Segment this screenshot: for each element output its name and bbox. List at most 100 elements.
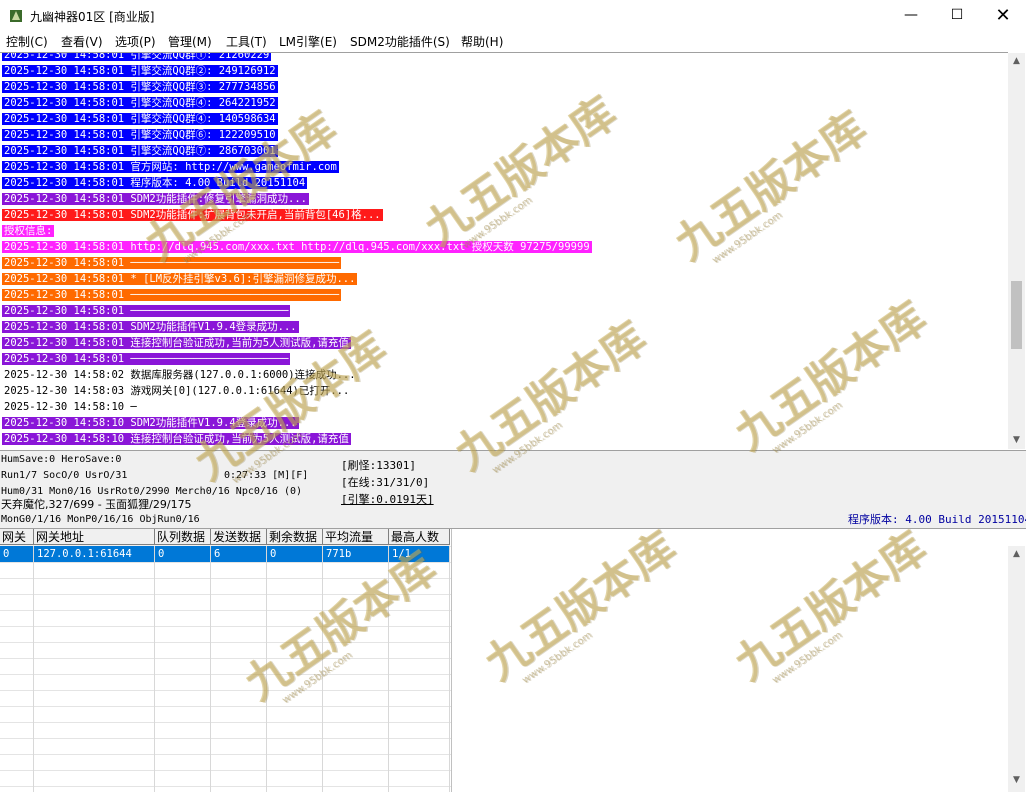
log-panel[interactable]: 2025-12-30 14:58:01 引擎交流QQ群①: 21260229 20… bbox=[0, 52, 1008, 450]
scroll-down-icon[interactable]: ▼ bbox=[1008, 432, 1025, 449]
status-mon: MonG0/1/16 MonP0/16/16 ObjRun0/16 bbox=[1, 514, 200, 525]
col-gate[interactable]: 网关 bbox=[0, 529, 34, 545]
log-line-text: 2025-12-30 14:58:01 引擎交流QQ群④: 264221952 bbox=[2, 97, 278, 109]
col-gate-address[interactable]: 网关地址 bbox=[34, 529, 155, 545]
log-line: 2025-12-30 14:58:01 引擎交流QQ群②: 249126912 bbox=[2, 63, 592, 79]
log-line-text: 2025-12-30 14:58:01 引擎交流QQ群⑦: 286703001 bbox=[2, 145, 278, 157]
log-line: 2025-12-30 14:58:01 * [LM反外挂引擎v3.6]:引擎漏洞… bbox=[2, 271, 592, 287]
maximize-button[interactable]: ☐ bbox=[934, 0, 980, 31]
log-line-text: 2025-12-30 14:58:01 引擎交流QQ群②: 249126912 bbox=[2, 65, 278, 77]
watermark-url: www.95bbk.com bbox=[770, 629, 845, 687]
status-boss: 天弃魔佗,327/699 - 玉面狐狸/29/175 bbox=[1, 498, 192, 511]
log-line: 授权信息: bbox=[2, 223, 592, 239]
grid-line bbox=[449, 546, 450, 792]
log-line-text: 2025-12-30 14:58:10 SDM2功能插件V1.9.4登录成功..… bbox=[2, 417, 299, 429]
log-line: 2025-12-30 14:58:01 http://dlq.945.com/x… bbox=[2, 239, 592, 255]
close-button[interactable]: ✕ bbox=[980, 0, 1026, 31]
menu-tools[interactable]: 工具(T) bbox=[226, 33, 267, 50]
log-line-text: 2025-12-30 14:58:01 ────────────────────… bbox=[2, 289, 342, 301]
log-line-text: 2025-12-30 14:58:10 连接控制台验证成功,当前为5人测试版,请… bbox=[2, 433, 351, 445]
log-line-text: 2025-12-30 14:58:02 数据库服务器(127.0.0.1:600… bbox=[4, 369, 356, 381]
title-bar: 九幽神器01区 [商业版] — ☐ ✕ bbox=[0, 0, 1026, 31]
log-line: 2025-12-30 14:58:01 官方网站: http://www.gam… bbox=[2, 159, 592, 175]
grid-line bbox=[322, 546, 323, 792]
log-line: 2025-12-30 14:58:02 数据库服务器(127.0.0.1:600… bbox=[2, 367, 592, 383]
scroll-up-icon[interactable]: ▲ bbox=[1008, 546, 1025, 563]
log-line: 2025-12-30 14:58:10 SDM2功能插件V1.9.4登录成功..… bbox=[2, 415, 592, 431]
grid-line bbox=[388, 546, 389, 792]
watermark-logo: 九五版本库 www.95bbk.com bbox=[720, 513, 941, 697]
log-line: 2025-12-30 14:58:01 引擎交流QQ群⑦: 286703001 bbox=[2, 143, 592, 159]
cell-gate: 0 bbox=[0, 546, 34, 562]
log-line: 2025-12-30 14:58:01 程序版本: 4.00 Build 201… bbox=[2, 175, 592, 191]
app-icon bbox=[10, 10, 22, 22]
log-line: 2025-12-30 14:58:03 游戏网关[0](127.0.0.1:61… bbox=[2, 383, 592, 399]
cell-queue-data: 0 bbox=[155, 546, 211, 562]
menu-manage[interactable]: 管理(M) bbox=[168, 33, 212, 50]
log-line: 2025-12-30 14:58:10 ─ bbox=[2, 399, 592, 415]
status-time: 0:27:33 [M][F] bbox=[224, 470, 309, 481]
log-line: 2025-12-30 14:58:01 连接控制台验证成功,当前为5人测试版,请… bbox=[2, 335, 592, 351]
log-line-text: 2025-12-30 14:58:01 ────────────────────… bbox=[2, 305, 291, 317]
col-max-users[interactable]: 最高人数 bbox=[389, 529, 450, 545]
col-remaining-data[interactable]: 剩余数据 bbox=[267, 529, 323, 545]
menu-help[interactable]: 帮助(H) bbox=[461, 33, 503, 50]
menu-options[interactable]: 选项(P) bbox=[115, 33, 156, 50]
log-line: 2025-12-30 14:58:01 ────────────────────… bbox=[2, 255, 592, 271]
gate-table: 网关 网关地址 队列数据 发送数据 剩余数据 平均流量 最高人数 0 127.0… bbox=[0, 529, 452, 792]
menu-view[interactable]: 查看(V) bbox=[61, 33, 103, 50]
col-send-data[interactable]: 发送数据 bbox=[211, 529, 267, 545]
cell-avg-traffic: 771b bbox=[323, 546, 389, 562]
minimize-button[interactable]: — bbox=[888, 0, 934, 31]
watermark-logo: 九五版本库 www.95bbk.com bbox=[470, 513, 691, 697]
log-line-text: 授权信息: bbox=[2, 225, 55, 237]
log-line: 2025-12-30 14:58:01 引擎交流QQ群①: 21260229 bbox=[2, 53, 592, 63]
cell-send-data: 6 bbox=[211, 546, 267, 562]
col-queue-data[interactable]: 队列数据 bbox=[155, 529, 211, 545]
grid-line bbox=[33, 546, 34, 792]
scroll-thumb[interactable] bbox=[1011, 281, 1022, 349]
status-run: Run1/7 SocO/0 UsrO/31 bbox=[1, 470, 128, 481]
log-line-text: 2025-12-30 14:58:01 ────────────────────… bbox=[2, 353, 291, 365]
table-row[interactable]: 0 127.0.0.1:61644 0 6 0 771b 1/1 bbox=[0, 546, 450, 562]
gate-table-header: 网关 网关地址 队列数据 发送数据 剩余数据 平均流量 最高人数 bbox=[0, 529, 450, 546]
log-line: 2025-12-30 14:58:01 ────────────────────… bbox=[2, 303, 592, 319]
col-avg-traffic[interactable]: 平均流量 bbox=[323, 529, 389, 545]
menu-bar: 控制(C) 查看(V) 选项(P) 管理(M) 工具(T) LM引擎(E) SD… bbox=[0, 31, 1026, 51]
log-line-text: 2025-12-30 14:58:01 SDM2功能插件:扩展背包未开启,当前背… bbox=[2, 209, 383, 221]
status-humsave: HumSave:0 HeroSave:0 bbox=[1, 454, 122, 465]
log-line: 2025-12-30 14:58:01 ────────────────────… bbox=[2, 287, 592, 303]
grid-line bbox=[154, 546, 155, 792]
menu-lm-engine[interactable]: LM引擎(E) bbox=[279, 33, 337, 50]
log-line: 2025-12-30 14:58:01 SDM2功能插件:扩展背包未开启,当前背… bbox=[2, 207, 592, 223]
log-line: 2025-12-30 14:58:01 ────────────────────… bbox=[2, 351, 592, 367]
menu-sdm2-plugin[interactable]: SDM2功能插件(S) bbox=[350, 33, 450, 50]
watermark-text: 九五版本库 bbox=[475, 522, 686, 691]
log-line-text: 2025-12-30 14:58:10 ─ bbox=[4, 401, 137, 413]
status-hum: Hum0/31 Mon0/16 UsrRot0/2990 Merch0/16 N… bbox=[1, 486, 303, 497]
log-line-text: 2025-12-30 14:58:01 * [LM反外挂引擎v3.6]:引擎漏洞… bbox=[2, 273, 358, 285]
log-line: 2025-12-30 14:58:01 引擎交流QQ群③: 277734856 bbox=[2, 79, 592, 95]
log-line-text: 2025-12-30 14:58:03 游戏网关[0](127.0.0.1:61… bbox=[4, 385, 350, 397]
scroll-up-icon[interactable]: ▲ bbox=[1008, 53, 1025, 70]
scroll-down-icon[interactable]: ▼ bbox=[1008, 772, 1025, 789]
status-refresh-monster: [刷怪:13301] bbox=[341, 459, 416, 472]
gate-table-body: 0 127.0.0.1:61644 0 6 0 771b 1/1 bbox=[0, 546, 451, 792]
log-line: 2025-12-30 14:58:01 引擎交流QQ群④: 264221952 bbox=[2, 95, 592, 111]
bottom-scrollbar[interactable]: ▲ ▼ bbox=[1008, 546, 1025, 792]
status-engine: [引擎:0.0191天] bbox=[341, 493, 434, 506]
window-title: 九幽神器01区 [商业版] bbox=[30, 10, 155, 24]
log-list: 2025-12-30 14:58:01 引擎交流QQ群①: 21260229 20… bbox=[2, 53, 592, 447]
watermark-text: 九五版本库 bbox=[725, 522, 936, 691]
log-line-text: 2025-12-30 14:58:01 ────────────────────… bbox=[2, 257, 342, 269]
log-line: 2025-12-30 14:58:10 连接控制台验证成功,当前为5人测试版,请… bbox=[2, 431, 592, 447]
log-line-text: 2025-12-30 14:58:01 引擎交流QQ群⑥: 122209510 bbox=[2, 129, 278, 141]
log-line-text: 2025-12-30 14:58:01 引擎交流QQ群④: 140598634 bbox=[2, 113, 278, 125]
watermark-url: www.95bbk.com bbox=[520, 629, 595, 687]
cell-remaining-data: 0 bbox=[267, 546, 323, 562]
log-line-text: 2025-12-30 14:58:01 SDM2功能插件V1.9.4登录成功..… bbox=[2, 321, 299, 333]
menu-control[interactable]: 控制(C) bbox=[6, 33, 48, 50]
cell-gate-address: 127.0.0.1:61644 bbox=[34, 546, 155, 562]
log-line: 2025-12-30 14:58:01 引擎交流QQ群⑥: 122209510 bbox=[2, 127, 592, 143]
log-scrollbar[interactable]: ▲ ▼ bbox=[1008, 53, 1025, 449]
